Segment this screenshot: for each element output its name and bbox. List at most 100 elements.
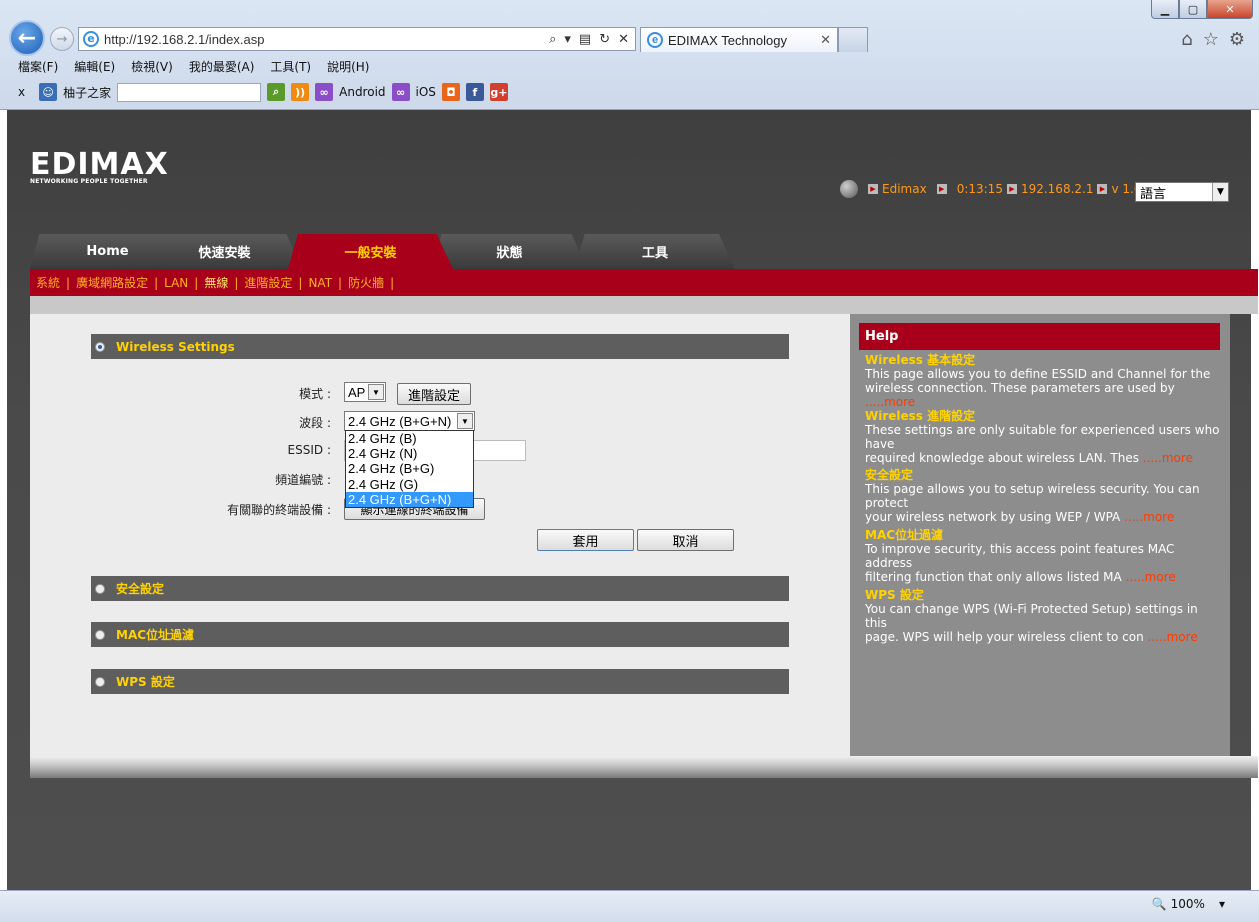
band-option-selected[interactable]: 2.4 GHz (B+G+N): [346, 491, 473, 507]
more-link[interactable]: .....more: [1124, 510, 1174, 524]
close-icon[interactable]: ✕: [1207, 0, 1253, 19]
arrow-icon: ▶: [1006, 184, 1017, 194]
tab-tools[interactable]: 工具: [575, 234, 735, 269]
new-tab-button[interactable]: [838, 27, 868, 52]
arrow-icon: ▶: [936, 184, 947, 194]
refresh-icon[interactable]: ↻: [599, 32, 610, 47]
ie-icon: e: [83, 31, 99, 47]
arrow-icon: ▶: [1097, 184, 1108, 194]
ie-icon: e: [647, 32, 663, 48]
tab-general-setup[interactable]: 一般安裝: [288, 234, 453, 269]
link-icon[interactable]: ∞: [391, 83, 410, 101]
band-option[interactable]: 2.4 GHz (N): [346, 446, 473, 461]
more-link[interactable]: .....more: [1148, 630, 1198, 644]
menu-favorites[interactable]: 我的最愛(A): [189, 58, 255, 75]
channel-label: 頻道編號 :: [275, 473, 331, 487]
more-link[interactable]: .....more: [1143, 451, 1193, 465]
help-item: Wireless 進階設定 These settings are only su…: [865, 409, 1220, 465]
status-ip: 192.168.2.1: [1020, 182, 1094, 196]
mode-label: 模式 :: [299, 387, 331, 401]
stop-icon[interactable]: ✕: [618, 32, 629, 47]
menu-tools[interactable]: 工具(T): [270, 58, 311, 75]
chevron-down-icon: ▼: [368, 384, 384, 400]
cancel-button[interactable]: 取消: [637, 529, 734, 551]
zoom-control[interactable]: 🔍 100% ▾: [1152, 897, 1225, 911]
facebook-icon[interactable]: f: [465, 83, 484, 101]
star-icon[interactable]: ☆: [1203, 29, 1219, 50]
favbar-close[interactable]: x: [18, 85, 25, 99]
subnav-lan[interactable]: LAN: [164, 276, 188, 290]
minimize-icon[interactable]: ▁: [1151, 0, 1179, 19]
essid-label: ESSID :: [287, 443, 331, 457]
forward-button[interactable]: →: [50, 27, 74, 51]
bottom-bar: [30, 756, 1258, 778]
menu-help[interactable]: 說明(H): [327, 58, 369, 75]
tab-quick-setup[interactable]: 狀態: [432, 234, 587, 269]
menu-file[interactable]: 檔案(F): [18, 58, 58, 75]
help-item: Wireless 基本設定 This page allows you to de…: [865, 353, 1211, 409]
assoc-clients-label: 有關聯的終端設備 :: [227, 503, 331, 517]
chevron-down-icon: ▼: [1212, 183, 1228, 201]
section-security[interactable]: 安全設定: [91, 576, 789, 601]
radio-icon: [95, 629, 105, 640]
fav-ios[interactable]: iOS: [416, 85, 436, 99]
chevron-down-icon: ▾: [1218, 897, 1225, 911]
address-bar[interactable]: e http://192.168.2.1/index.asp ⌕ ▾ ▤ ↻ ✕: [78, 27, 636, 51]
subnav-wan[interactable]: 廣域網路設定: [76, 274, 148, 291]
url-text[interactable]: http://192.168.2.1/index.asp: [104, 32, 549, 47]
more-link[interactable]: .....more: [865, 395, 915, 409]
fav-search-input[interactable]: [117, 82, 262, 102]
section-mac-filter[interactable]: MAC位址過濾: [91, 622, 789, 647]
sub-navigation: 系統 | 廣域網路設定 | LAN | 無線 | 進階設定 | NAT | 防火牆 |: [30, 269, 1258, 296]
googleplus-icon[interactable]: g+: [489, 83, 508, 101]
compat-icon[interactable]: ▤: [579, 32, 591, 47]
dropdown-icon[interactable]: ▾: [564, 32, 571, 47]
mode-select[interactable]: AP ▼: [344, 382, 386, 402]
subnav-system[interactable]: 系統: [36, 274, 60, 291]
band-option[interactable]: 2.4 GHz (G): [346, 477, 473, 492]
subnav-wireless[interactable]: 無線: [204, 274, 228, 291]
fav-site[interactable]: 柚子之家: [63, 84, 111, 101]
status-bar: ▶ Edimax ▶ 0:13:15 ▶ 192.168.2.1 ▶ v 1.0…: [840, 180, 1157, 198]
help-title: Help: [859, 323, 1220, 350]
help-item: 安全設定 This page allows you to setup wirel…: [865, 468, 1200, 524]
browser-toolbar-icons: ⌂ ☆ ⚙: [1181, 29, 1245, 50]
band-select[interactable]: 2.4 GHz (B+G+N) ▼: [344, 411, 475, 431]
fav-android[interactable]: Android: [339, 85, 385, 99]
subnav-advanced[interactable]: 進階設定: [244, 274, 292, 291]
link-icon[interactable]: ∞: [315, 83, 334, 101]
subnav-nat[interactable]: NAT: [308, 276, 332, 290]
band-option[interactable]: 2.4 GHz (B+G): [346, 461, 473, 476]
zoom-icon: 🔍: [1151, 897, 1167, 911]
arrow-icon: ▶: [868, 184, 878, 194]
menu-view[interactable]: 檢視(V): [131, 58, 173, 75]
band-label: 波段 :: [299, 416, 331, 430]
chevron-down-icon: ▼: [457, 413, 473, 429]
band-option[interactable]: 2.4 GHz (B): [346, 431, 473, 446]
band-dropdown-list: 2.4 GHz (B) 2.4 GHz (N) 2.4 GHz (B+G) 2.…: [345, 430, 474, 508]
advanced-settings-button[interactable]: 進階設定: [397, 383, 471, 405]
language-select[interactable]: 語言 ▼: [1135, 182, 1229, 202]
search-icon[interactable]: ⌕: [549, 32, 556, 47]
menu-edit[interactable]: 編輯(E): [74, 58, 115, 75]
more-link[interactable]: .....more: [1126, 570, 1176, 584]
divider-band: [30, 296, 1258, 314]
browser-tab[interactable]: e EDIMAX Technology ✕: [640, 27, 838, 52]
section-wps[interactable]: WPS 設定: [91, 669, 789, 694]
status-time: 0:13:15: [956, 182, 1003, 196]
rss-icon[interactable]: )): [291, 83, 310, 101]
browser-status-bar: [0, 890, 1259, 922]
maximize-icon[interactable]: ▢: [1179, 0, 1207, 19]
subnav-firewall[interactable]: 防火牆: [348, 274, 384, 291]
tab-close-icon[interactable]: ✕: [820, 32, 831, 48]
help-item: MAC位址過濾 To improve security, this access…: [865, 528, 1176, 584]
back-button[interactable]: ←: [9, 20, 45, 56]
apply-button[interactable]: 套用: [537, 529, 634, 551]
radio-icon: [95, 676, 105, 687]
search-icon[interactable]: ⌕: [267, 83, 286, 101]
square-icon[interactable]: ◘: [441, 83, 460, 101]
gear-icon[interactable]: ⚙: [1229, 29, 1245, 50]
section-wireless-settings[interactable]: Wireless Settings: [91, 334, 789, 359]
tab-quick-setup[interactable]: 快速安裝: [147, 234, 302, 269]
home-icon[interactable]: ⌂: [1181, 29, 1192, 50]
